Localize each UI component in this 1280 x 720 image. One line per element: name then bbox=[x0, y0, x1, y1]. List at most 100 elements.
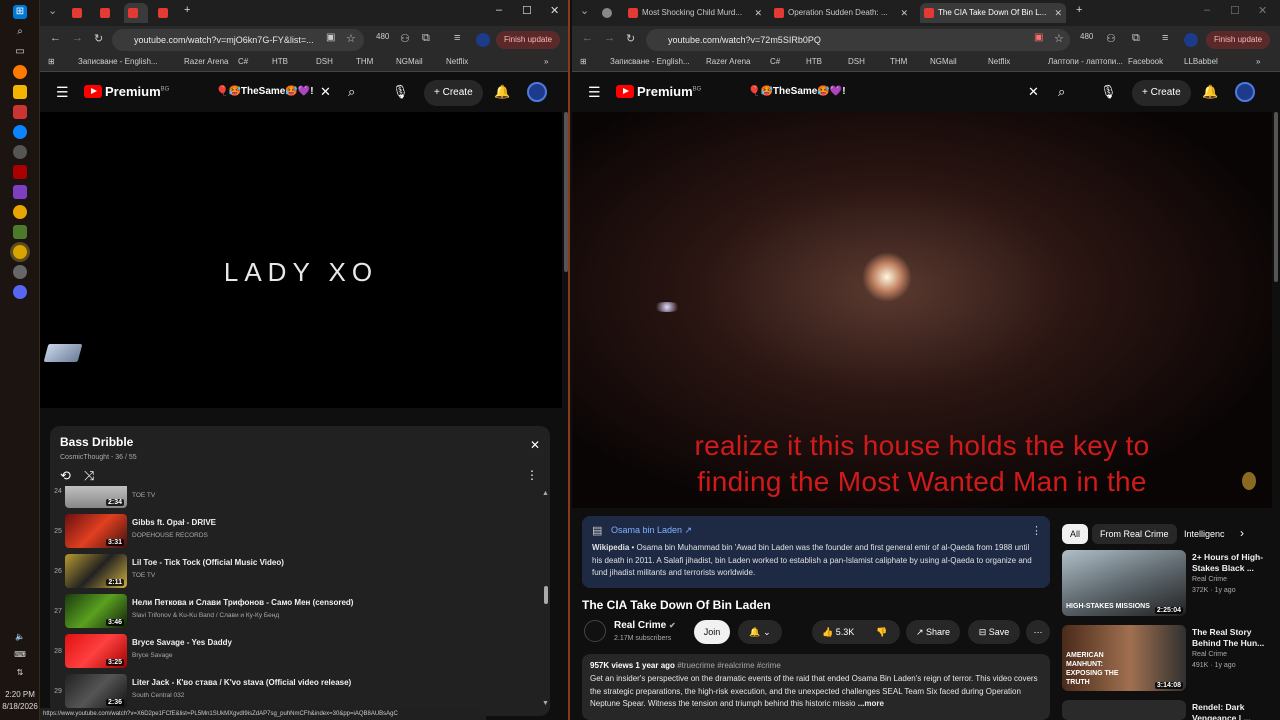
clear-search-icon[interactable]: ✕ bbox=[1028, 84, 1039, 100]
extensions-puzzle-icon[interactable]: ⧉ bbox=[1132, 32, 1140, 45]
bookmark-item[interactable]: Записване - English... bbox=[610, 57, 690, 66]
extension-480-icon[interactable]: 480 bbox=[1080, 32, 1093, 41]
playlist-title[interactable]: Bass Dribble bbox=[60, 435, 133, 449]
tab[interactable] bbox=[96, 3, 118, 23]
bookmark-item[interactable]: NGMail bbox=[396, 57, 423, 66]
chip-all[interactable]: All bbox=[1062, 524, 1089, 544]
join-button[interactable]: Join bbox=[694, 620, 730, 644]
profile-avatar[interactable] bbox=[476, 33, 490, 47]
clock-date[interactable]: 8/18/2026 bbox=[0, 702, 40, 711]
bookmark-item[interactable]: Razer Arena bbox=[706, 57, 750, 66]
create-button[interactable]: + Create bbox=[424, 80, 483, 106]
app-icon[interactable] bbox=[13, 145, 27, 159]
forward-icon[interactable]: → bbox=[604, 32, 615, 44]
tab[interactable] bbox=[598, 3, 620, 23]
back-icon[interactable]: ← bbox=[582, 32, 593, 44]
playlist-item[interactable]: 28 3:25 Bryce Savage - Yes Daddy Bryce S… bbox=[50, 632, 540, 672]
more-bookmarks-icon[interactable]: » bbox=[1256, 57, 1260, 66]
onenote-icon[interactable] bbox=[13, 185, 27, 199]
language-icon[interactable]: ⇅ bbox=[13, 666, 27, 680]
app-icon[interactable] bbox=[13, 225, 27, 239]
bookmark-item[interactable]: Razer Arena bbox=[184, 57, 228, 66]
keyboard-icon[interactable]: ⌨ bbox=[13, 648, 27, 662]
channel-avatar[interactable] bbox=[584, 620, 606, 642]
search-icon[interactable]: ⌕ bbox=[348, 84, 355, 100]
tab[interactable] bbox=[68, 3, 90, 23]
bookmark-item[interactable]: C# bbox=[238, 57, 248, 66]
recommended-video[interactable]: Rendel: Dark Vengeance | ... bbox=[1062, 700, 1272, 720]
bookmark-item[interactable]: THM bbox=[890, 57, 907, 66]
more-options-icon[interactable]: ⋮ bbox=[1031, 524, 1042, 537]
profile-avatar[interactable] bbox=[1184, 33, 1198, 47]
playlist-item[interactable]: 26 2:11 Lil Toe - Tick Tock (Official Mu… bbox=[50, 552, 540, 592]
bookmark-item[interactable]: НТВ bbox=[272, 57, 288, 66]
hashtags[interactable]: #truecrime #realcrime #crime bbox=[677, 661, 781, 670]
tab-search-icon[interactable]: ⌄ bbox=[48, 4, 57, 17]
youtube-premium-logo[interactable]: PremiumBG bbox=[616, 84, 701, 99]
close-tab-icon[interactable]: ✕ bbox=[1054, 3, 1062, 23]
chip-intelligence[interactable]: Intelligenc bbox=[1176, 524, 1230, 544]
notifications-bell-icon[interactable]: 🔔 bbox=[494, 84, 510, 100]
start-icon[interactable]: ⊞ bbox=[13, 5, 27, 19]
cast-icon[interactable]: ▣ bbox=[326, 32, 335, 43]
task-view-icon[interactable]: ▭ bbox=[13, 45, 27, 59]
tab-active[interactable] bbox=[124, 3, 148, 23]
search-input[interactable]: 🎈🥵TheSame🥵💜! bbox=[216, 80, 316, 104]
bookmark-item[interactable]: LLBabbel bbox=[1184, 57, 1218, 66]
search-input[interactable]: 🎈🥵TheSame🥵💜! bbox=[748, 80, 988, 104]
scroll-down-icon[interactable]: ▼ bbox=[542, 700, 549, 707]
chevron-right-icon[interactable]: › bbox=[1240, 526, 1244, 540]
bookmark-item[interactable]: Netflix bbox=[446, 57, 468, 66]
dislike-icon[interactable]: 👎 bbox=[876, 620, 887, 644]
search-icon[interactable]: ⌕ bbox=[13, 25, 27, 39]
bookmark-item[interactable]: DSH bbox=[316, 57, 333, 66]
app-icon[interactable] bbox=[13, 165, 27, 179]
bookmark-item[interactable]: НТВ bbox=[806, 57, 822, 66]
more-bookmarks-icon[interactable]: » bbox=[544, 57, 548, 66]
apps-grid-icon[interactable]: ⊞ bbox=[48, 57, 55, 66]
bookmark-item[interactable]: NGMail bbox=[930, 57, 957, 66]
page-scrollbar[interactable] bbox=[564, 112, 568, 272]
clear-search-icon[interactable]: ✕ bbox=[320, 84, 331, 100]
notifications-bell-icon[interactable]: 🔔 bbox=[1202, 84, 1218, 100]
chip-from-channel[interactable]: From Real Crime bbox=[1092, 524, 1177, 544]
playlist-item[interactable]: 24 2:34 TOE TV bbox=[50, 486, 540, 512]
extension-icon[interactable]: ⚇ bbox=[400, 32, 410, 45]
microphone-icon[interactable]: 🎙 bbox=[1100, 84, 1117, 100]
create-button[interactable]: + Create bbox=[1132, 80, 1191, 106]
description-box[interactable]: 957K views 1 year ago #truecrime #realcr… bbox=[582, 654, 1050, 720]
minimize-icon[interactable]: – bbox=[496, 4, 502, 16]
bookmark-item[interactable]: Facebook bbox=[1128, 57, 1163, 66]
tab[interactable]: Most Shocking Child Murd... ✕ bbox=[624, 3, 766, 23]
search-icon[interactable]: ⌕ bbox=[1058, 84, 1065, 100]
subscribed-button[interactable]: 🔔 ⌄ bbox=[738, 620, 782, 644]
more-actions-button[interactable]: ⋯ bbox=[1026, 620, 1050, 644]
chrome-active-icon[interactable] bbox=[13, 245, 27, 259]
like-icon[interactable]: 👍 bbox=[822, 627, 833, 637]
volume-icon[interactable]: 🔈 bbox=[13, 630, 27, 644]
more-options-icon[interactable]: ⋮ bbox=[526, 468, 538, 482]
media-icon[interactable]: ≡ bbox=[454, 32, 460, 44]
recommended-video[interactable]: AMERICAN MANHUNT: EXPOSING THE TRUTH 3:1… bbox=[1062, 625, 1272, 691]
show-more-link[interactable]: ...more bbox=[858, 699, 884, 708]
maximize-icon[interactable]: ☐ bbox=[522, 4, 532, 17]
tab-search-icon[interactable]: ⌄ bbox=[580, 4, 589, 17]
close-playlist-icon[interactable]: ✕ bbox=[530, 438, 540, 452]
tab-active[interactable]: The CIA Take Down Of Bin L... ✕ bbox=[920, 3, 1066, 23]
close-tab-icon[interactable]: ✕ bbox=[754, 3, 762, 23]
menu-icon[interactable]: ☰ bbox=[588, 84, 601, 101]
page-scrollbar[interactable] bbox=[1274, 112, 1278, 282]
bookmark-star-icon[interactable]: ☆ bbox=[1054, 32, 1064, 45]
cast-icon[interactable]: ▣ bbox=[1034, 32, 1043, 43]
tab[interactable]: Operation Sudden Death: ... ✕ bbox=[770, 3, 912, 23]
extension-480-icon[interactable]: 480 bbox=[376, 32, 389, 41]
recommended-video[interactable]: HIGH-STAKES MISSIONS 2:25:04 2+ Hours of… bbox=[1062, 550, 1272, 616]
forward-icon[interactable]: → bbox=[72, 32, 83, 44]
shuffle-icon[interactable]: ⤨ bbox=[84, 468, 94, 484]
avatar[interactable] bbox=[527, 82, 547, 102]
edge-icon[interactable] bbox=[13, 125, 27, 139]
media-icon[interactable]: ≡ bbox=[1162, 32, 1168, 44]
close-window-icon[interactable]: ✕ bbox=[550, 4, 559, 17]
finish-update-button[interactable]: Finish update bbox=[496, 31, 561, 49]
discord-icon[interactable] bbox=[13, 285, 27, 299]
